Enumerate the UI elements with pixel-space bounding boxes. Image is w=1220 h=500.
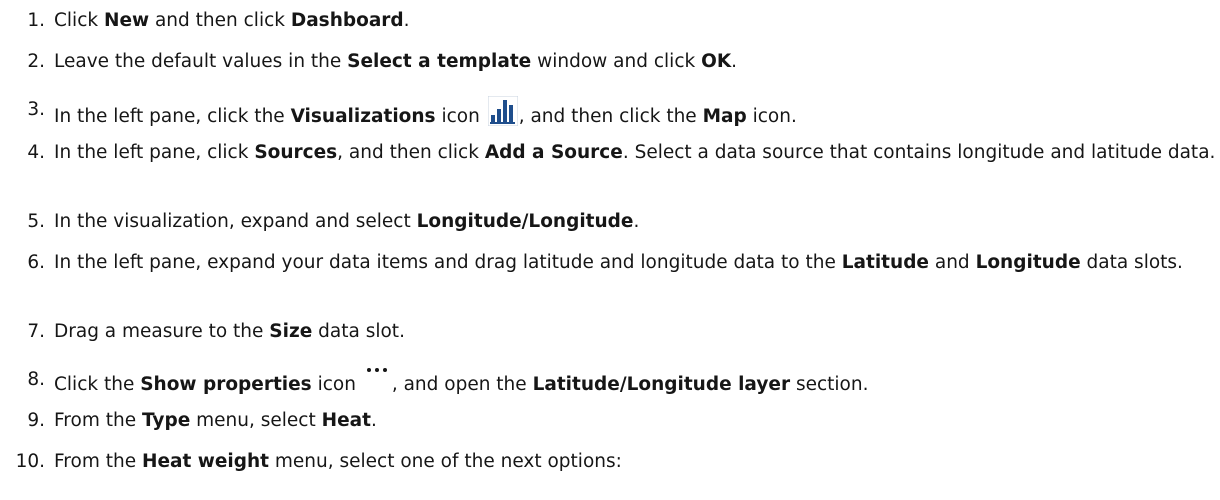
step-number: 4. bbox=[27, 142, 45, 163]
more-options-icon bbox=[364, 366, 390, 386]
step-text: In the visualization, expand and select … bbox=[54, 211, 640, 232]
step-text: In the left pane, click Sources, and the… bbox=[54, 142, 1216, 163]
step-text: In the left pane, expand your data items… bbox=[54, 252, 1183, 273]
step-number: 1. bbox=[27, 10, 45, 31]
step-number: 6. bbox=[27, 252, 45, 273]
step-number: 2. bbox=[27, 51, 45, 72]
step-number: 9. bbox=[27, 410, 45, 431]
step-text: From the Heat weight menu, select one of… bbox=[54, 451, 622, 472]
step-number: 3. bbox=[27, 99, 45, 120]
step-number: 5. bbox=[27, 211, 45, 232]
instruction-steps: 1. Click New and then click Dashboard. 2… bbox=[0, 0, 1220, 500]
step-text: Leave the default values in the Select a… bbox=[54, 51, 738, 72]
step-number: 7. bbox=[27, 321, 45, 342]
visualizations-icon bbox=[487, 95, 519, 127]
step-text: From the Type menu, select Heat. bbox=[54, 410, 377, 431]
step-text: Drag a measure to the Size data slot. bbox=[54, 321, 405, 342]
step-number: 8. bbox=[27, 369, 45, 390]
step-number: 10. bbox=[15, 451, 45, 472]
step-text: In the left pane, click the Visualizatio… bbox=[54, 95, 1216, 131]
step-text: Click the Show properties icon , and ope… bbox=[54, 366, 1216, 399]
step-text: Click New and then click Dashboard. bbox=[54, 10, 410, 31]
